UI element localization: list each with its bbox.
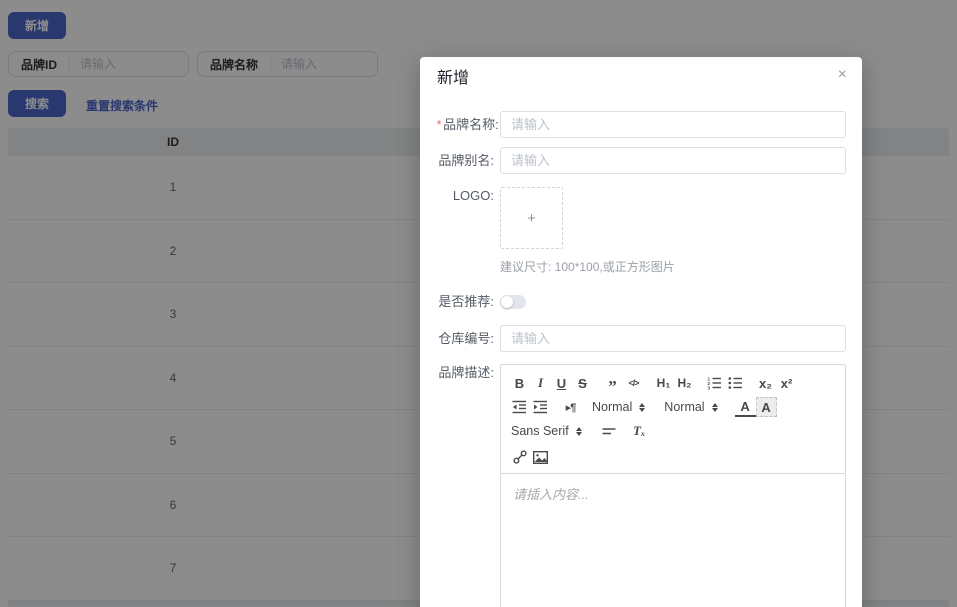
svg-text:3: 3 bbox=[708, 385, 711, 390]
form-row-brand-alias: 品牌别名: bbox=[436, 147, 846, 174]
picker-arrows-icon bbox=[575, 426, 582, 436]
clear-format-button[interactable]: Tₓ bbox=[629, 421, 650, 441]
editor-placeholder: 请插入内容... bbox=[513, 487, 589, 502]
brand-name-label: * 品牌名称: bbox=[436, 116, 499, 132]
font-picker-label: Sans Serif bbox=[511, 424, 569, 438]
image-button[interactable] bbox=[530, 447, 551, 467]
underline-button[interactable]: U bbox=[551, 373, 572, 393]
modal-body: *品牌名称: 品牌别名: LOGO: + 建议尺寸: 100*100,或正方形图… bbox=[420, 111, 862, 607]
form-row-logo: LOGO: + 建议尺寸: 100*100,或正方形图片 bbox=[436, 187, 846, 275]
logo-size-hint: 建议尺寸: 100*100,或正方形图片 bbox=[500, 260, 675, 274]
modal-header: 新增 × bbox=[420, 57, 862, 90]
picker-arrows-icon bbox=[711, 402, 718, 412]
heading-picker[interactable]: Normal bbox=[590, 397, 647, 417]
heading-picker-label: Normal bbox=[592, 400, 633, 414]
header-2-button[interactable]: H₂ bbox=[674, 373, 695, 393]
size-picker-label: Normal bbox=[664, 400, 705, 414]
bold-button[interactable]: B bbox=[509, 373, 530, 393]
bullet-list-button[interactable] bbox=[725, 373, 746, 393]
header-1-button[interactable]: H₁ bbox=[653, 373, 674, 393]
form-row-recommend: 是否推荐: bbox=[436, 293, 846, 311]
description-label: 品牌描述: bbox=[438, 365, 494, 380]
modal-title: 新增 bbox=[437, 70, 470, 87]
editor-toolbar: B I U S ” </> H₁ H₂ 1 2 3 x₂ x² ▸¶ Norma… bbox=[501, 365, 845, 474]
toggle-knob bbox=[501, 296, 513, 309]
recommend-label: 是否推荐: bbox=[438, 294, 494, 309]
modal-brand-alias-input[interactable] bbox=[500, 147, 846, 174]
strikethrough-button[interactable]: S bbox=[572, 373, 593, 393]
modal-brand-name-input[interactable] bbox=[500, 111, 846, 138]
code-block-button[interactable]: </> bbox=[623, 373, 644, 393]
required-asterisk: * bbox=[436, 116, 442, 132]
logo-upload-button[interactable]: + bbox=[500, 187, 563, 249]
add-brand-modal: 新增 × *品牌名称: 品牌别名: LOGO: + 建议尺寸: 100*100,… bbox=[420, 57, 862, 607]
form-row-brand-name: * 品牌名称: bbox=[436, 111, 846, 138]
outdent-button[interactable] bbox=[509, 397, 530, 417]
form-row-description: 品牌描述: B I U S ” </> H₁ H₂ 1 2 3 x₂ x² ▸¶… bbox=[436, 364, 846, 607]
size-picker[interactable]: Normal bbox=[662, 397, 719, 417]
subscript-button[interactable]: x₂ bbox=[755, 373, 776, 393]
blockquote-button[interactable]: ” bbox=[602, 373, 623, 395]
link-button[interactable] bbox=[509, 447, 530, 467]
indent-button[interactable] bbox=[530, 397, 551, 417]
text-direction-button[interactable]: ▸¶ bbox=[560, 397, 581, 417]
rich-text-editor: B I U S ” </> H₁ H₂ 1 2 3 x₂ x² ▸¶ Norma… bbox=[500, 364, 846, 607]
ordered-list-button[interactable]: 123 bbox=[704, 373, 725, 393]
warehouse-label: 仓库编号: bbox=[438, 330, 494, 346]
plus-icon: + bbox=[527, 209, 536, 227]
text-color-button[interactable]: A bbox=[734, 397, 756, 417]
close-icon[interactable]: × bbox=[838, 67, 847, 83]
warehouse-input[interactable] bbox=[500, 325, 846, 352]
background-color-button[interactable]: A bbox=[755, 397, 777, 417]
recommend-toggle[interactable] bbox=[500, 295, 526, 310]
align-button[interactable] bbox=[599, 421, 620, 441]
logo-label: LOGO: bbox=[452, 188, 494, 203]
font-picker[interactable]: Sans Serif bbox=[509, 421, 584, 441]
italic-button[interactable]: I bbox=[530, 373, 551, 393]
form-row-warehouse: 仓库编号: bbox=[436, 325, 846, 352]
picker-arrows-icon bbox=[639, 402, 646, 412]
brand-alias-label: 品牌别名: bbox=[438, 152, 494, 168]
superscript-button[interactable]: x² bbox=[776, 373, 797, 393]
editor-content-area[interactable]: 请插入内容... bbox=[501, 474, 845, 607]
